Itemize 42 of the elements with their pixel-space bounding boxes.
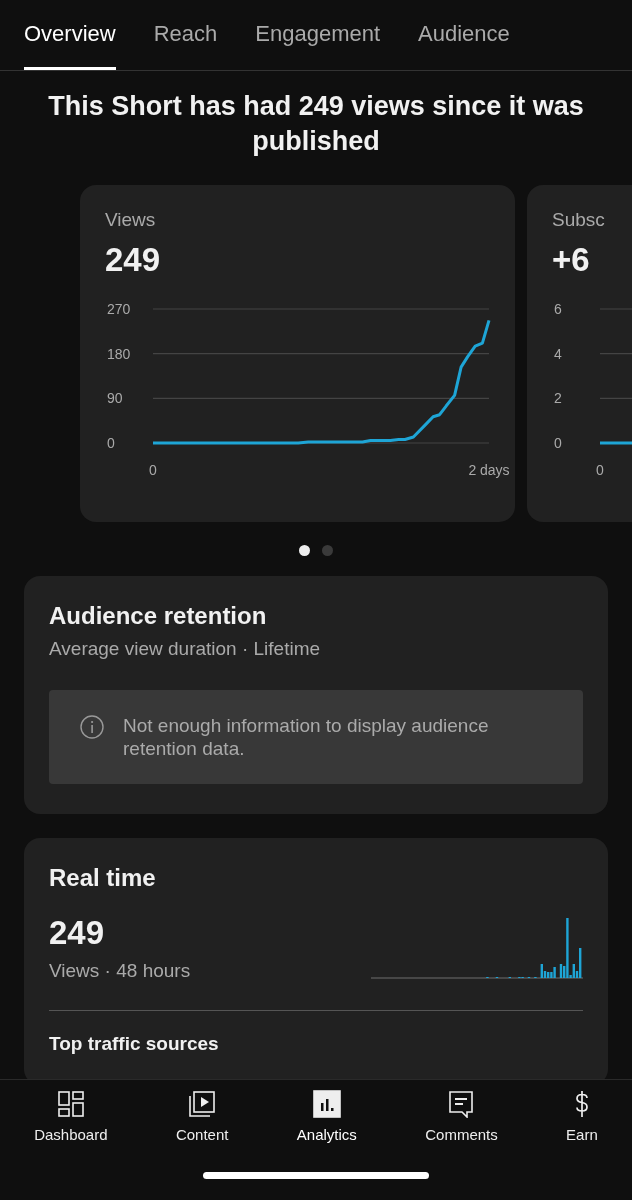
tab[interactable]: Engagement [255, 0, 381, 70]
nav-item[interactable]: Dashboard [34, 1090, 108, 1143]
tab[interactable]: Audience [418, 0, 510, 70]
info-icon [79, 714, 105, 740]
y-tick-label: 2 [554, 390, 562, 407]
dashboard-icon [56, 1090, 85, 1118]
section-title: Top traffic sources [49, 1033, 220, 1055]
y-tick-label: 4 [554, 345, 562, 362]
metric-title: Views [105, 209, 157, 231]
card-title: Real time [49, 864, 157, 892]
y-tick-label: 0 [554, 435, 562, 451]
y-tick-label: 6 [554, 301, 562, 317]
y-tick-label: 90 [107, 390, 123, 407]
x-tick-label: 2 days [468, 462, 510, 478]
page-dot[interactable] [299, 545, 310, 556]
nav-item[interactable]: Earn [566, 1090, 598, 1143]
x-tick-label: 0 [149, 462, 157, 478]
y-tick-label: 270 [107, 301, 131, 317]
subscribers-line [600, 441, 632, 445]
nav-item[interactable]: Content [175, 1090, 229, 1143]
tab[interactable]: Reach [153, 0, 218, 70]
metric-card[interactable]: Views 249 0 90 180 270 0 2 days [80, 185, 515, 522]
nav-item[interactable]: Comments [425, 1090, 498, 1143]
card-title: Audience retention [49, 602, 268, 630]
metric-value: 249 [105, 241, 162, 279]
y-tick-label: 0 [107, 435, 115, 451]
video-library-icon [188, 1090, 217, 1118]
analytics-icon [312, 1090, 341, 1118]
y-tick-label: 180 [107, 345, 131, 362]
metric-title: Subsc [552, 209, 606, 231]
realtime-value: 249 [49, 914, 106, 952]
nav-item[interactable]: Analytics [296, 1090, 357, 1143]
x-tick-label: 0 [596, 462, 604, 478]
metric-value: +6 [552, 241, 591, 279]
card-subtitle: Average view duration · Lifetime [49, 638, 322, 660]
notice-text: Not enough information to display audience retention data. [123, 714, 490, 760]
page-dot[interactable] [322, 545, 333, 556]
headline: This Short has had 249 views since it was published [47, 90, 585, 158]
metric-card[interactable]: Subsc +6 6 4 2 0 0 [527, 185, 632, 522]
tab[interactable]: Overview [24, 0, 116, 70]
comment-icon [447, 1090, 476, 1118]
realtime-caption: Views · 48 hours [49, 960, 191, 982]
